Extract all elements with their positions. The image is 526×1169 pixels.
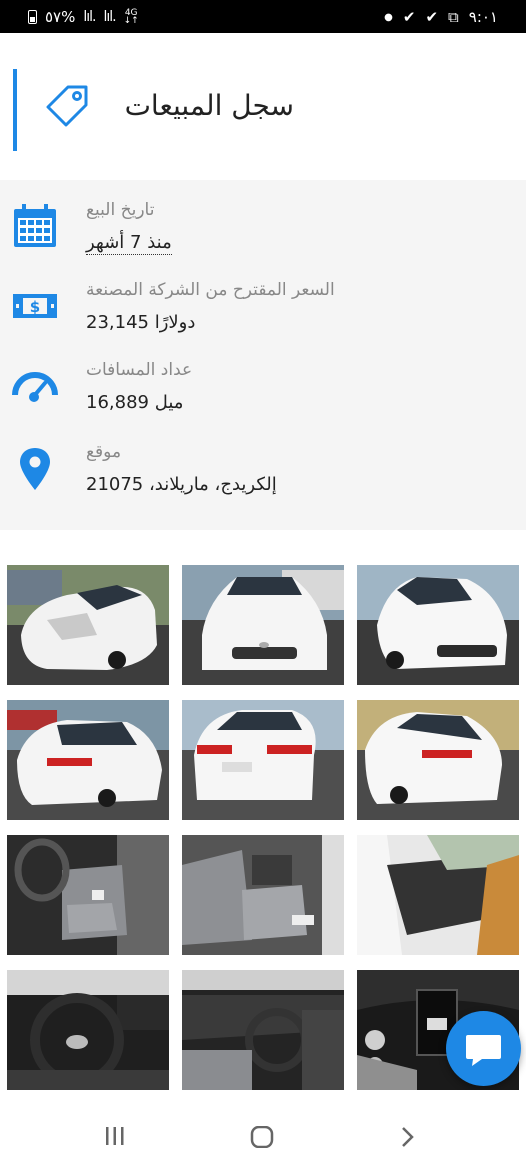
status-bar: ٥٧% lıl. lıl. 4G ↓↑ ● ✔ ✔ ⧉ ٩:٠١: [0, 0, 526, 33]
car-photo-front-left: [7, 565, 169, 685]
speedometer-icon: [12, 372, 58, 402]
photo-thumbnail[interactable]: [182, 835, 344, 955]
car-photo-interior-seats: [182, 835, 344, 955]
chat-bubble-icon: [466, 1035, 501, 1066]
photo-thumbnail[interactable]: [182, 700, 344, 820]
price-tag-dollar-icon: $: [13, 294, 57, 318]
calendar-icon: [14, 204, 56, 247]
home-icon[interactable]: [250, 1126, 274, 1148]
car-photo-door-panel: [357, 835, 519, 955]
alarm-icon: ⧉: [448, 8, 459, 26]
car-photo-rear-right: [357, 700, 519, 820]
sale-date-label: تاريخ البيع: [86, 200, 155, 220]
location-row: موقع إلكريدج، ماريلاند، 21075: [0, 442, 526, 512]
svg-text:$: $: [30, 298, 40, 316]
odometer-label: عداد المسافات: [86, 360, 193, 380]
check-icon: ✔: [402, 8, 416, 26]
location-value: إلكريدج، ماريلاند، 21075: [86, 474, 277, 495]
car-photo-rear: [182, 700, 344, 820]
location-pin-icon: [20, 448, 50, 490]
car-photo-front-right: [357, 565, 519, 685]
sale-date-value[interactable]: منذ 7 أشهر: [86, 232, 172, 255]
msrp-row: $ السعر المقترح من الشركة المصنعة دولارً…: [0, 280, 526, 350]
status-left: ٥٧% lıl. lıl. 4G ↓↑: [28, 8, 139, 26]
notification-dot-icon: ●: [384, 11, 393, 23]
sales-history-header: سجل المبيعات: [0, 33, 526, 180]
msrp-label: السعر المقترح من الشركة المصنعة: [86, 280, 335, 300]
location-label: موقع: [86, 442, 122, 462]
car-photo-dashboard-console: [182, 970, 344, 1090]
signal-icon: lıl.: [83, 9, 96, 25]
signal-icon-2: lıl.: [103, 9, 117, 25]
battery-icon: [28, 10, 37, 24]
photo-thumbnail[interactable]: [357, 835, 519, 955]
msrp-value: دولارًا 23,145: [86, 312, 196, 333]
back-icon[interactable]: [400, 1126, 416, 1148]
photo-thumbnail[interactable]: [7, 970, 169, 1090]
sale-info-panel: تاريخ البيع منذ 7 أشهر $ السعر المقترح م…: [0, 180, 526, 530]
chat-button[interactable]: [446, 1011, 521, 1086]
photo-thumbnail[interactable]: [357, 700, 519, 820]
car-photo-dashboard-steering: [7, 970, 169, 1090]
odometer-row: عداد المسافات ميل 16,889: [0, 360, 526, 430]
photo-gallery: [0, 530, 526, 1090]
photo-thumbnail[interactable]: [182, 970, 344, 1090]
photo-thumbnail[interactable]: [357, 565, 519, 685]
car-photo-front: [182, 565, 344, 685]
page-title: سجل المبيعات: [124, 89, 294, 122]
photo-thumbnail[interactable]: [7, 835, 169, 955]
photo-thumbnail[interactable]: [182, 565, 344, 685]
header-accent-bar: [13, 69, 17, 151]
clock: ٩:٠١: [468, 8, 498, 26]
photo-thumbnail[interactable]: [7, 565, 169, 685]
system-nav-bar: [0, 1090, 526, 1169]
sale-date-row: تاريخ البيع منذ 7 أشهر: [0, 200, 526, 270]
photo-thumbnail[interactable]: [7, 700, 169, 820]
recent-apps-icon[interactable]: [104, 1126, 126, 1146]
tag-icon: [46, 85, 88, 127]
car-photo-rear-left: [7, 700, 169, 820]
network-type: 4G ↓↑: [123, 8, 139, 26]
car-photo-interior-driver: [7, 835, 169, 955]
battery-percent: ٥٧%: [45, 8, 76, 26]
check-icon-2: ✔: [425, 8, 439, 26]
odometer-value: ميل 16,889: [86, 392, 184, 413]
status-right: ● ✔ ✔ ⧉ ٩:٠١: [384, 8, 498, 26]
